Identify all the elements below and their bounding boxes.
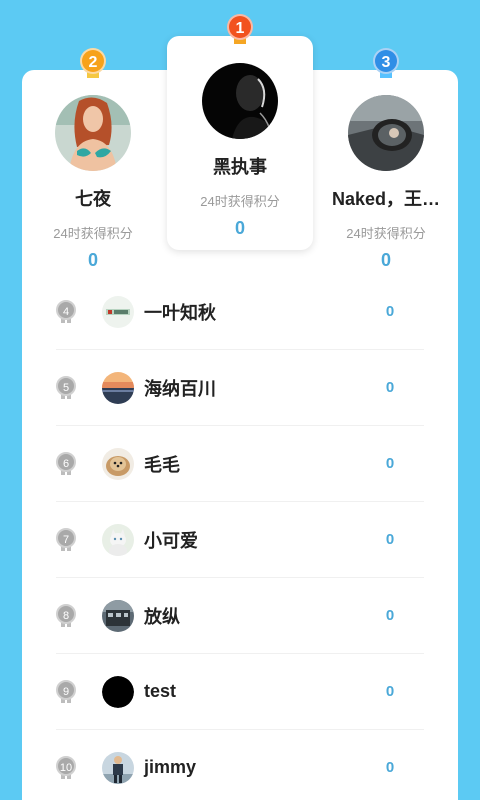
avatar[interactable]	[102, 447, 134, 480]
list-item[interactable]: 9 test 0	[56, 654, 424, 730]
list-item[interactable]: 7 小可爱 0	[56, 502, 424, 578]
avatar[interactable]	[102, 371, 134, 404]
rank-badge-icon: 6	[56, 451, 76, 476]
podium-second[interactable]: 2 七夜 24时获得积分 0	[22, 48, 164, 280]
list-item-score: 0	[385, 303, 395, 320]
gold-medal-icon: 1	[227, 14, 253, 48]
list-item[interactable]: 6 毛毛 0	[56, 426, 424, 502]
rank-badge-icon: 4	[56, 299, 76, 324]
podium-name: 黑执事	[213, 157, 267, 177]
list-item[interactable]: 4 一叶知秋 0	[56, 274, 424, 350]
podium-name: Naked，王…	[331, 189, 441, 209]
podium-name: 七夜	[75, 189, 111, 209]
podium-first[interactable]: 1 黑执事 24时获得积分 0	[167, 14, 313, 250]
list-item-name: test	[144, 681, 177, 701]
list-item-name: 放纵	[144, 606, 180, 627]
avatar[interactable]	[55, 95, 131, 171]
list-item-score: 0	[385, 531, 395, 548]
silver-medal-icon: 2	[80, 48, 106, 82]
avatar[interactable]	[102, 751, 134, 784]
podium-score: 0	[380, 250, 391, 270]
rank-badge-icon: 5	[56, 375, 76, 400]
list-item-name: jimmy	[144, 757, 197, 777]
avatar[interactable]	[202, 63, 278, 139]
list-item-score: 0	[385, 683, 395, 700]
list-item-score: 0	[385, 455, 395, 472]
ranking-list: 4 一叶知秋 0 5 海纳百川 0 6 毛毛 0 7 小可爱 0 8 放纵 0 …	[56, 274, 424, 800]
podium-third[interactable]: 3 Naked，王… 24时获得积分 0	[315, 48, 457, 280]
rank-badge-icon: 8	[56, 603, 76, 628]
list-item-name: 海纳百川	[144, 378, 216, 399]
avatar[interactable]	[102, 599, 134, 632]
avatar[interactable]	[102, 523, 134, 556]
rank-badge-icon: 10	[56, 755, 76, 780]
list-item[interactable]: 10 jimmy 0	[56, 730, 424, 800]
podium-score: 0	[87, 250, 98, 270]
podium-subtitle: 24时获得积分	[53, 226, 133, 241]
avatar[interactable]	[348, 95, 424, 171]
list-item-score: 0	[385, 759, 395, 776]
rank-badge-icon: 9	[56, 679, 76, 704]
list-item-name: 毛毛	[144, 454, 180, 475]
list-item[interactable]: 5 海纳百川 0	[56, 350, 424, 426]
avatar[interactable]	[102, 295, 134, 328]
list-item-name: 小可爱	[144, 530, 198, 551]
list-item-score: 0	[385, 379, 395, 396]
list-item[interactable]: 8 放纵 0	[56, 578, 424, 654]
bronze-medal-icon: 3	[373, 48, 399, 82]
podium-subtitle: 24时获得积分	[200, 194, 280, 209]
list-item-name: 一叶知秋	[144, 302, 216, 323]
podium-score: 0	[234, 218, 245, 238]
avatar[interactable]	[102, 675, 134, 708]
list-item-score: 0	[385, 607, 395, 624]
rank-badge-icon: 7	[56, 527, 76, 552]
podium-subtitle: 24时获得积分	[346, 226, 426, 241]
